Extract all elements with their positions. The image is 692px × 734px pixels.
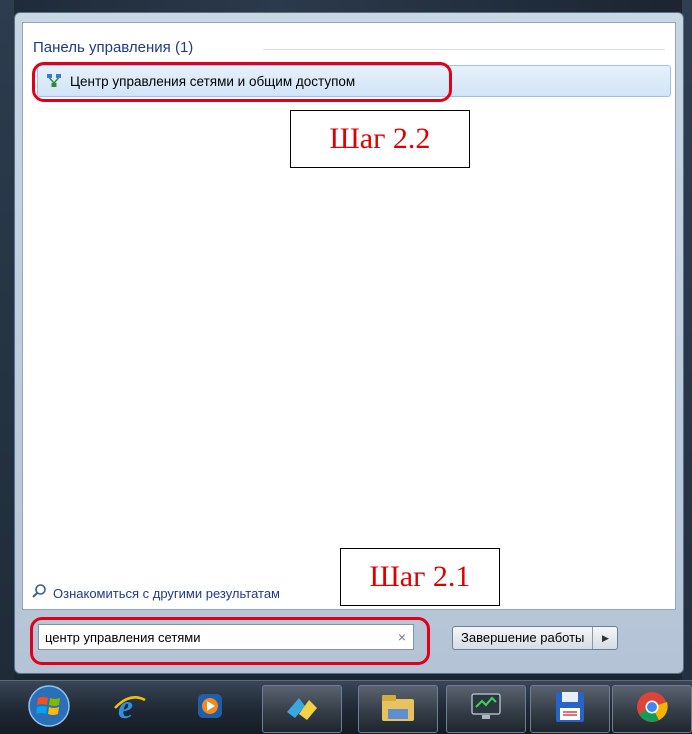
file-explorer-icon bbox=[380, 691, 416, 728]
desktop-left-strip bbox=[0, 0, 14, 680]
taskbar: e bbox=[0, 680, 692, 734]
taskbar-remote-monitor[interactable] bbox=[446, 685, 526, 733]
section-divider bbox=[263, 49, 665, 50]
internet-explorer-icon: e bbox=[112, 688, 148, 729]
taskbar-windows-live[interactable] bbox=[262, 685, 342, 733]
annotation-step-2-2: Шаг 2.2 bbox=[290, 110, 470, 168]
see-more-results-link[interactable]: Ознакомиться с другими результатам bbox=[31, 583, 280, 604]
clear-search-icon[interactable]: × bbox=[391, 629, 413, 645]
network-center-icon bbox=[46, 73, 62, 89]
taskbar-media-player[interactable] bbox=[180, 685, 240, 731]
result-network-sharing-center[interactable]: Центр управления сетями и общим доступом bbox=[37, 65, 671, 97]
media-player-icon bbox=[195, 691, 225, 726]
search-input-value: центр управления сетями bbox=[45, 629, 201, 645]
save-disk-icon bbox=[554, 690, 586, 729]
shutdown-options-arrow-icon[interactable]: ▶ bbox=[592, 627, 617, 649]
windows-live-icon bbox=[283, 692, 321, 727]
svg-text:e: e bbox=[118, 689, 133, 724]
section-title-control-panel: Панель управления (1) bbox=[33, 39, 194, 56]
taskbar-save-disk[interactable] bbox=[530, 685, 610, 733]
chrome-icon bbox=[635, 690, 669, 729]
taskbar-file-explorer[interactable] bbox=[358, 685, 438, 733]
see-more-results-label: Ознакомиться с другими результатам bbox=[53, 586, 280, 601]
shutdown-button-group: Завершение работы ▶ bbox=[452, 626, 619, 650]
taskbar-chrome[interactable] bbox=[612, 685, 692, 733]
taskbar-internet-explorer[interactable]: e bbox=[100, 685, 160, 731]
windows-start-orb-icon bbox=[27, 684, 71, 733]
annotation-step-2-1: Шаг 2.1 bbox=[340, 548, 500, 606]
result-label: Центр управления сетями и общим доступом bbox=[70, 73, 356, 89]
start-search-input[interactable]: центр управления сетями × bbox=[38, 624, 414, 650]
taskbar-start-button[interactable] bbox=[14, 684, 84, 733]
shutdown-button[interactable]: Завершение работы bbox=[453, 627, 592, 649]
remote-desktop-monitor-icon bbox=[468, 691, 504, 728]
magnifier-icon bbox=[31, 583, 47, 604]
